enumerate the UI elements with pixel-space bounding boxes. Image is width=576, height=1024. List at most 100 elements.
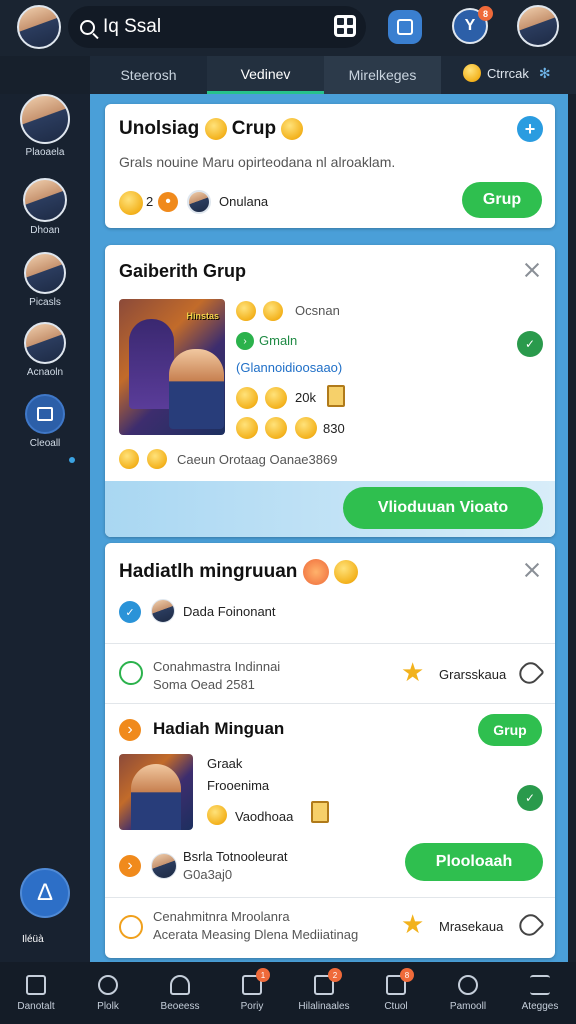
stat-posts: 830 xyxy=(323,421,345,436)
emoji-icon xyxy=(147,449,167,469)
search-emoji-icon xyxy=(236,301,256,321)
item-line-1: Graak xyxy=(207,756,243,771)
item-line-2: Frooenima xyxy=(207,778,270,793)
nav-item-2[interactable]: Plolk xyxy=(72,962,144,1024)
item-line-3: Vaodhoaa xyxy=(235,809,294,824)
poster-caption: Hinstas xyxy=(186,311,219,321)
wink-emoji-icon xyxy=(204,118,227,140)
card-title: Gaiberith Grup xyxy=(119,261,247,281)
check-coin-icon xyxy=(119,191,143,215)
people-icon xyxy=(170,974,190,995)
row-line-1: Conahmastra Indinnai xyxy=(153,659,281,674)
nav-item-7[interactable]: Pamooll xyxy=(432,962,504,1024)
close-icon[interactable] xyxy=(525,563,539,577)
view-group-button[interactable]: Vlioduuan Vioato xyxy=(343,487,543,529)
search-icon xyxy=(80,19,95,35)
sidebar-item-1[interactable]: Plaoaela xyxy=(0,94,90,158)
tab-extra[interactable]: Ctrrcak ✻ xyxy=(463,64,551,82)
heart-icon[interactable] xyxy=(515,658,545,688)
add-button[interactable]: + xyxy=(517,116,543,142)
row-line-1: Cenahmitnra Mroolanra xyxy=(153,909,290,924)
reward-emoji-icon xyxy=(302,559,329,585)
tab-extra-label: Ctrrcak xyxy=(487,65,529,81)
row-line-2: Soma Oead 2581 xyxy=(153,677,255,692)
bottom-nav: Danotalt Plolk Beoeess 1 Poriy 2 Hilalinaa… xyxy=(0,962,576,1024)
divider xyxy=(105,897,555,898)
sidebar: Plaoaela Dhoan Picasls Acnaoln Cleoall xyxy=(0,94,90,962)
emoji-icon xyxy=(295,417,317,439)
reward-dot-icon: › xyxy=(119,855,141,877)
smile-emoji-icon xyxy=(263,301,283,321)
search-box[interactable] xyxy=(68,6,366,48)
sidebar-item-label: Dhoan xyxy=(30,225,60,236)
sidebar-item-label: Plaoaela xyxy=(25,147,65,158)
sidebar-item-5[interactable]: Cleoall xyxy=(0,394,90,449)
nav-item-6[interactable]: 8 Ctuol xyxy=(360,962,432,1024)
close-icon[interactable] xyxy=(525,263,539,277)
nav-item-4[interactable]: 1 Poriy xyxy=(216,962,288,1024)
recommended-group-card: Gaiberith Grup Hinstas Ocsnan › Gmaln ✓ … xyxy=(105,245,555,537)
expand-icon[interactable]: ✓ xyxy=(517,331,543,357)
folder-icon xyxy=(25,394,65,434)
section-title: Hadiah Minguan xyxy=(153,719,285,738)
sidebar-item-label: Acnaoln xyxy=(26,367,64,378)
profile-avatar[interactable] xyxy=(17,5,61,49)
expand-icon[interactable]: ✓ xyxy=(517,785,543,811)
host-avatar xyxy=(151,599,175,623)
notifications-button[interactable]: Y 8 xyxy=(452,6,493,44)
sidebar-item-4[interactable]: Acnaoln xyxy=(0,322,90,378)
member-label: Onulana xyxy=(219,194,269,209)
apps-grid-icon[interactable] xyxy=(334,15,356,37)
coins-icon xyxy=(236,417,258,439)
thumb-icon xyxy=(207,805,227,825)
row-side-label: Mrasekaua xyxy=(439,919,504,934)
section-group-button[interactable]: Grup xyxy=(478,714,542,746)
sidebar-item-3[interactable]: Picasls xyxy=(0,252,90,308)
weekly-reward-card: Hadiatlh mingruuan ✓ Dada Foinonant Cona… xyxy=(105,543,555,958)
heart-icon[interactable] xyxy=(515,910,545,940)
search-input[interactable] xyxy=(103,16,323,38)
join-group-button[interactable]: Grup xyxy=(462,182,542,218)
reward-poster-image[interactable] xyxy=(119,754,193,830)
nav-badge: 8 xyxy=(400,968,414,982)
nav-item-3[interactable]: Beoeess xyxy=(144,962,216,1024)
emoji-icon xyxy=(281,118,304,140)
claim-button[interactable]: Plooloaah xyxy=(405,843,543,881)
tab-vedinev[interactable]: Vedinev xyxy=(207,56,324,94)
nav-item-1[interactable]: Danotalt xyxy=(0,962,72,1024)
sidebar-item-2[interactable]: Dhoan xyxy=(0,178,90,236)
smiley-icon xyxy=(463,64,481,82)
card-title: Hadiatlh mingruuan xyxy=(119,559,358,585)
nav-item-8[interactable]: Ategges xyxy=(504,962,576,1024)
create-button[interactable]: Δ xyxy=(20,868,70,918)
divider xyxy=(105,643,555,644)
tab-mirelkeges[interactable]: Mirelkeges xyxy=(324,56,441,94)
sidebar-avatar xyxy=(20,94,70,144)
sidebar-avatar xyxy=(24,322,66,364)
winner-label: Bsrla Totnooleurat xyxy=(183,849,288,864)
star-icon: ★ xyxy=(401,909,425,939)
nav-item-5[interactable]: 2 Hilalinaales xyxy=(288,962,360,1024)
row-line-2: Acerata Measing Dlena Mediiatinag xyxy=(153,927,359,942)
user-avatar[interactable] xyxy=(517,5,559,47)
main-panel: Unolsiag Crup + Grals nouine Maru opirte… xyxy=(90,94,568,962)
menu-icon xyxy=(530,974,550,995)
stat-members: 20k xyxy=(295,390,316,405)
group-icon xyxy=(458,974,478,995)
tab-steerosh[interactable]: Steerosh xyxy=(90,56,207,94)
verified-icon: › xyxy=(236,332,254,350)
calendar-icon xyxy=(397,19,413,35)
badge-icon xyxy=(327,385,345,407)
badge-icon xyxy=(311,801,329,823)
calendar-button[interactable] xyxy=(388,10,422,44)
status-dot xyxy=(69,457,75,463)
group-card: Unolsiag Crup + Grals nouine Maru opirte… xyxy=(105,104,555,228)
gear-icon[interactable]: ✻ xyxy=(539,65,551,82)
host-label: Dada Foinonant xyxy=(183,604,276,619)
group-poster-image[interactable]: Hinstas xyxy=(119,299,225,435)
nav-badge: 1 xyxy=(256,968,270,982)
emoji-icon xyxy=(119,449,139,469)
info-line-2: Gmaln xyxy=(259,333,298,348)
member-avatar xyxy=(187,190,211,214)
emoji-icon xyxy=(333,560,358,584)
